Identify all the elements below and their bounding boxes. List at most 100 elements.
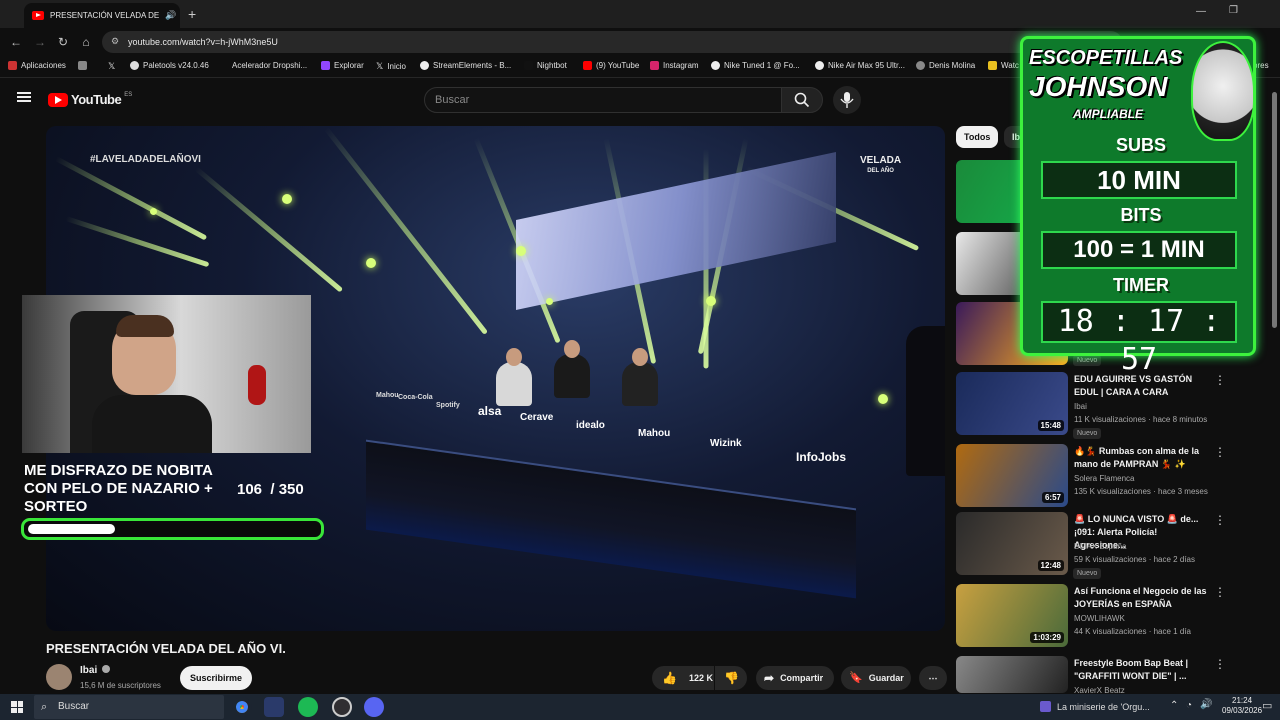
bookmark-watch[interactable]: Watc <box>988 61 1019 70</box>
search-input[interactable]: Buscar <box>424 87 782 113</box>
overlay-name-line2: JOHNSON <box>1029 71 1168 102</box>
region-label: ES <box>124 92 133 98</box>
windows-start-icon[interactable] <box>11 701 23 713</box>
sponsor-logo: alsa <box>478 404 502 418</box>
recommendation-title[interactable]: Así Funciona el Negocio de las JOYERÍAS … <box>1074 585 1210 611</box>
ellipsis-icon: ⋯ <box>928 673 938 683</box>
microphone-arm <box>248 365 266 405</box>
more-options-icon[interactable]: ⋮ <box>1214 513 1226 527</box>
new-tab-button[interactable]: + <box>188 6 196 22</box>
sponsor-logo: Mahou <box>638 428 671 439</box>
share-label: Compartir <box>780 673 824 683</box>
recommendation-channel[interactable]: DMAX España <box>1074 542 1126 551</box>
more-options-icon[interactable]: ⋮ <box>1214 445 1226 459</box>
x-icon[interactable]: 𝕏 <box>108 61 115 72</box>
presenter-figure <box>906 326 945 476</box>
overlay-subs-label: SUBS <box>1115 135 1166 155</box>
overlay-timer-label: TIMER <box>1113 275 1169 295</box>
subscribe-button[interactable]: Suscribirme <box>180 666 252 690</box>
recommendation-title[interactable]: 🔥💃 Rumbas con alma de la mano de PAMPRAN… <box>1074 445 1210 471</box>
bookmark-inicio[interactable]: 𝕏 Inicio <box>376 61 406 72</box>
tab-title: PRESENTACIÓN VELADA DE <box>50 11 160 20</box>
dislike-button[interactable]: 👎 <box>715 666 747 690</box>
bookmark-explorar[interactable]: Explorar <box>321 61 364 70</box>
like-button[interactable]: 👍 122 K <box>652 666 714 690</box>
taskbar-search-icon: ⌕ <box>41 701 48 713</box>
browser-tab[interactable]: PRESENTACIÓN VELADA DE 🔊 ✕ <box>24 3 180 28</box>
voice-search-button[interactable] <box>833 86 861 114</box>
bookmark-instagram[interactable]: Instagram <box>650 61 699 70</box>
search-button[interactable] <box>781 87 823 113</box>
minimize-window-button[interactable]: — <box>1196 6 1206 17</box>
more-actions-button[interactable]: ⋯ <box>919 666 947 690</box>
wifi-icon[interactable]: ◔ <box>1186 700 1192 711</box>
sponsor-logo: Mahou <box>376 392 399 399</box>
spotify-taskbar-icon[interactable] <box>298 697 318 717</box>
youtube-logo[interactable]: YouTube ES <box>48 92 132 107</box>
recommendation-channel[interactable]: MOWLIHAWK <box>1074 614 1125 623</box>
microphone-icon <box>840 92 854 108</box>
goal-text: ME DISFRAZO DE NOBITA CON PELO DE NAZARI… <box>24 462 213 515</box>
reload-icon[interactable]: ↻ <box>55 34 71 50</box>
recommendation-thumbnail[interactable]: 6:57 <box>956 444 1068 507</box>
taskbar-search[interactable]: ⌕ Buscar <box>34 695 224 719</box>
notifications-icon[interactable]: ▭ <box>1262 699 1272 712</box>
bookmark-apps[interactable]: Aplicaciones <box>8 61 66 70</box>
recommendation-thumbnail[interactable]: 1:03:29 <box>956 584 1068 647</box>
discord-taskbar-icon[interactable] <box>364 697 384 717</box>
back-arrow-icon[interactable]: ← <box>8 34 24 50</box>
bookmark-nightbot[interactable]: Nightbot <box>524 61 567 70</box>
windows-taskbar: ⌕ Buscar La miniserie de 'Orgu... ⌃ ◔ 🔊 … <box>0 694 1280 720</box>
more-options-icon[interactable]: ⋮ <box>1214 373 1226 387</box>
media-app-icon <box>1040 701 1051 712</box>
bookmark-denis-molina[interactable]: Denis Molina <box>916 61 975 70</box>
new-badge: Nuevo <box>1073 568 1102 579</box>
streaming-app-taskbar-icon[interactable] <box>264 697 284 717</box>
now-playing[interactable]: La miniserie de 'Orgu... <box>1040 701 1150 712</box>
recommendation-channel[interactable]: Solera Flamenca <box>1074 474 1134 483</box>
recommendation-title[interactable]: Freestyle Boom Bap Beat | "GRAFFITI WONT… <box>1074 657 1210 683</box>
channel-avatar[interactable] <box>46 664 72 690</box>
recommendation-thumbnail[interactable]: 12:48 <box>956 512 1068 575</box>
overlay-name-line1: ESCOPETILLAS <box>1029 47 1183 69</box>
bookmark-streamelements[interactable]: StreamElements - B... <box>420 61 511 70</box>
share-button[interactable]: ➦ Compartir <box>756 666 834 690</box>
more-options-icon[interactable]: ⋮ <box>1214 585 1226 599</box>
recommendation-stats: 135 K visualizaciones · hace 3 meses <box>1074 487 1208 496</box>
presentation-desk <box>366 439 856 599</box>
restore-window-button[interactable]: ❐ <box>1229 5 1238 16</box>
bookmark-paletools[interactable]: Paletools v24.0.46 <box>130 61 209 70</box>
site-info-icon[interactable]: ⚙ <box>111 36 119 47</box>
obs-taskbar-icon[interactable] <box>332 697 352 717</box>
chrome-taskbar-icon[interactable] <box>232 697 252 717</box>
bookmark-youtube[interactable]: (9) YouTube <box>583 61 639 70</box>
recommendation-stats: 11 K visualizaciones · hace 8 minutos <box>1074 415 1208 424</box>
chip-todos[interactable]: Todos <box>956 126 999 148</box>
overlay-avatar <box>1191 41 1255 141</box>
recommendation-thumbnail[interactable] <box>956 656 1068 693</box>
home-icon[interactable]: ⌂ <box>78 34 94 50</box>
menu-hamburger-icon[interactable] <box>17 92 31 102</box>
tray-chevron-icon[interactable]: ⌃ <box>1170 700 1178 711</box>
speaker-icon[interactable]: 🔊 <box>165 10 176 21</box>
volume-icon[interactable]: 🔊 <box>1200 699 1212 710</box>
bookmark-nike-tuned[interactable]: Nike Tuned 1 @ Fo... <box>711 61 800 70</box>
bookmark-acelerador[interactable]: Acelerador Dropshi... <box>232 61 307 70</box>
channel-name[interactable]: Ibai <box>80 665 111 676</box>
recommendation-thumbnail[interactable]: 15:48 <box>956 372 1068 435</box>
page-scrollbar[interactable] <box>1272 92 1277 328</box>
clock-time: 21:24 <box>1232 696 1253 705</box>
youtube-favicon-icon <box>32 11 44 20</box>
recommendation-channel[interactable]: Ibai <box>1074 402 1087 411</box>
save-button[interactable]: 🔖 Guardar <box>841 666 911 690</box>
overlay-subs-value: 10 MIN <box>1041 161 1237 199</box>
url-field[interactable]: ⚙ youtube.com/watch?v=h-jWhM3ne5U <box>102 31 1122 53</box>
video-title: PRESENTACIÓN VELADA DEL AÑO VI. <box>46 641 286 656</box>
bookmark-icon: 🔖 <box>849 672 863 684</box>
clock[interactable]: 21:24 09/03/2026 <box>1222 696 1262 716</box>
grid-icon[interactable] <box>78 61 87 70</box>
webcam-overlay <box>22 295 311 453</box>
bookmark-nike-airmax[interactable]: Nike Air Max 95 Ultr... <box>815 61 905 70</box>
more-options-icon[interactable]: ⋮ <box>1214 657 1226 671</box>
forward-arrow-icon[interactable]: → <box>32 34 48 50</box>
